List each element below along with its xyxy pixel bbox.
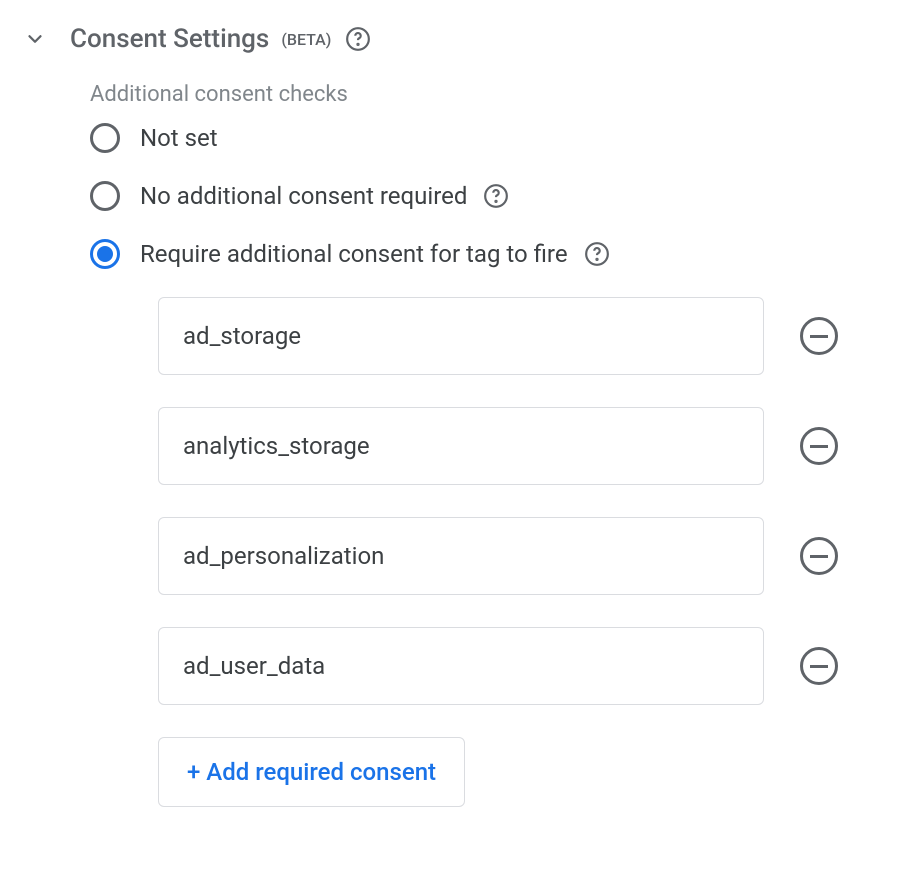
remove-consent-button[interactable] — [800, 537, 838, 575]
radio-circle-selected — [90, 239, 120, 269]
radio-label: Not set — [140, 124, 218, 152]
consent-row — [158, 627, 890, 705]
help-icon[interactable] — [345, 26, 371, 52]
remove-consent-button[interactable] — [800, 317, 838, 355]
consent-input[interactable] — [158, 627, 764, 705]
consent-settings-content: Additional consent checks Not set No add… — [90, 82, 890, 807]
radio-label: No additional consent required — [140, 182, 509, 210]
radio-circle — [90, 181, 120, 211]
chevron-down-icon — [24, 28, 46, 50]
radio-require-additional[interactable]: Require additional consent for tag to fi… — [90, 239, 890, 269]
subsection-label: Additional consent checks — [90, 82, 890, 107]
beta-label: (BETA) — [281, 30, 331, 49]
add-required-consent-button[interactable]: + Add required consent — [158, 737, 465, 807]
remove-consent-button[interactable] — [800, 427, 838, 465]
remove-consent-button[interactable] — [800, 647, 838, 685]
consent-list: + Add required consent — [158, 297, 890, 807]
consent-settings-header[interactable]: Consent Settings (BETA) — [24, 24, 890, 54]
help-icon[interactable] — [584, 241, 610, 267]
consent-input[interactable] — [158, 407, 764, 485]
consent-input[interactable] — [158, 297, 764, 375]
radio-circle — [90, 123, 120, 153]
section-title: Consent Settings (BETA) — [70, 24, 371, 54]
consent-row — [158, 297, 890, 375]
radio-no-additional[interactable]: No additional consent required — [90, 181, 890, 211]
section-title-text: Consent Settings — [70, 24, 269, 54]
help-icon[interactable] — [483, 183, 509, 209]
consent-row — [158, 517, 890, 595]
radio-label: Require additional consent for tag to fi… — [140, 240, 610, 268]
consent-row — [158, 407, 890, 485]
radio-not-set[interactable]: Not set — [90, 123, 890, 153]
consent-input[interactable] — [158, 517, 764, 595]
